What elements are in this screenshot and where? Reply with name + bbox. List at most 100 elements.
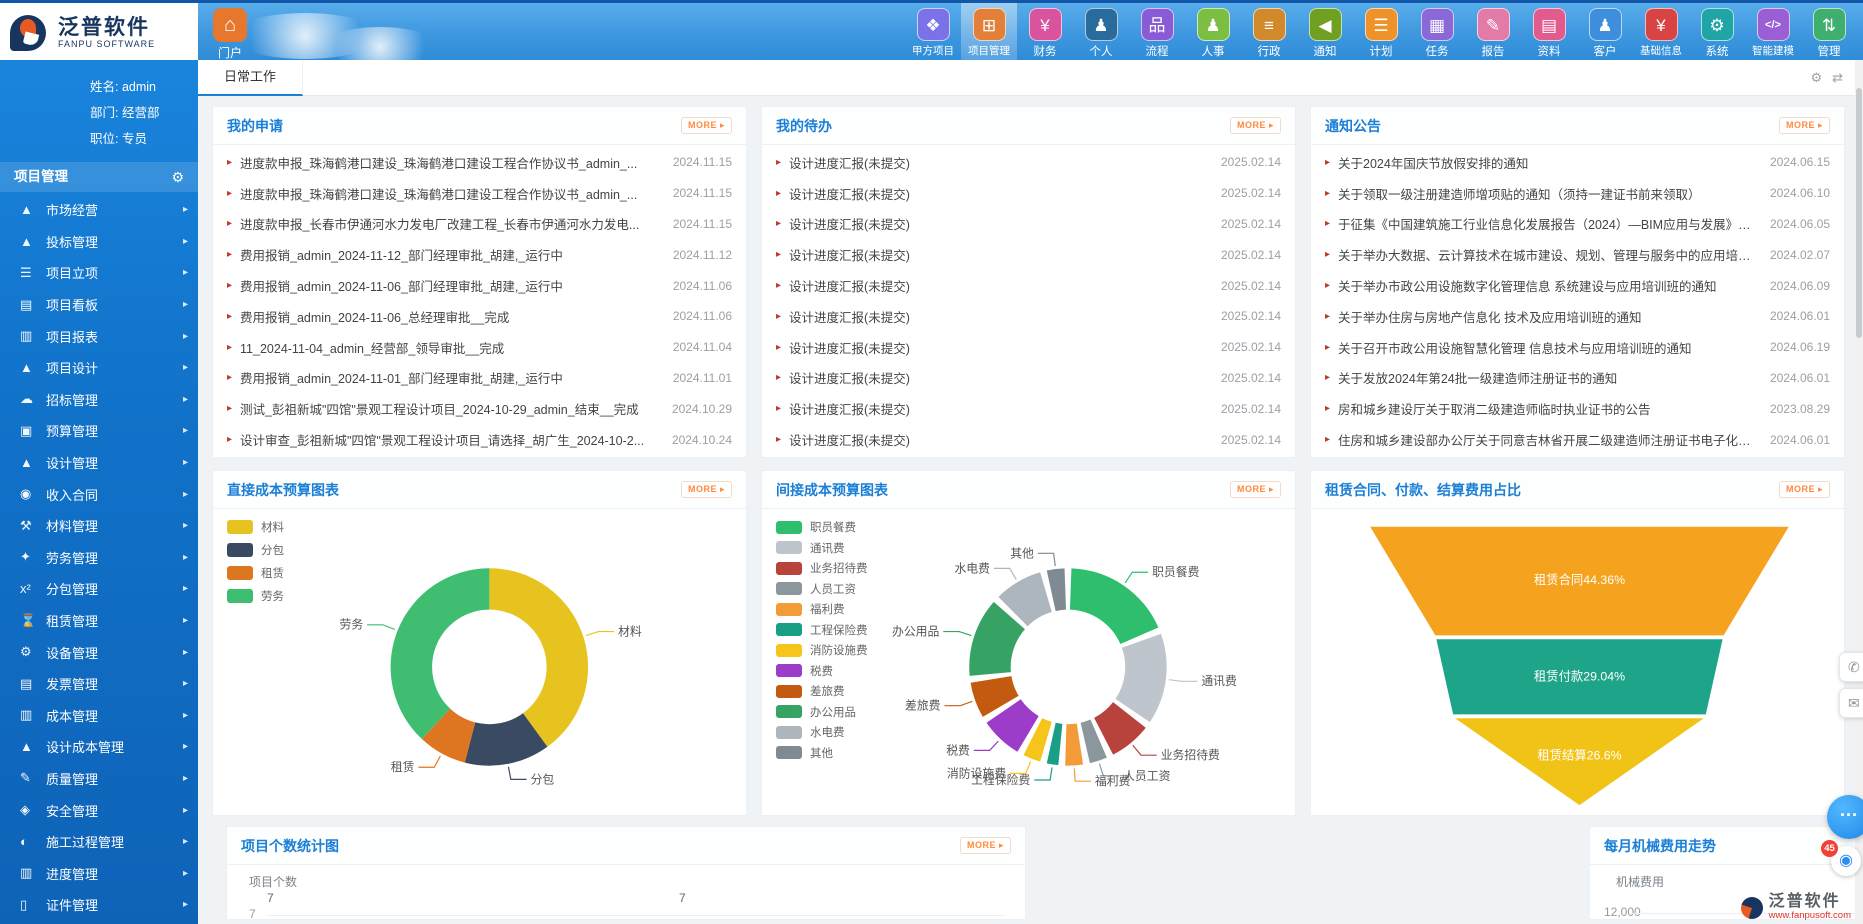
legend-item[interactable]: 分包 xyxy=(227,542,284,558)
nav-item-14[interactable]: ⚙系统 xyxy=(1689,3,1745,63)
phone-icon[interactable]: ✆ xyxy=(1839,652,1863,682)
list-item[interactable]: ▸设计审查_彭祖新城"四馆"景观工程设计项目_请选择_胡广生_2024-10-2… xyxy=(227,430,732,449)
list-item[interactable]: ▸测试_彭祖新城"四馆"景观工程设计项目_2024-10-29_admin_结束… xyxy=(227,399,732,418)
sidebar-item-18[interactable]: ✎质量管理▸ xyxy=(0,763,198,795)
list-item[interactable]: ▸关于领取一级注册建造师增项贴的通知（须持一建证书前来领取）2024.06.10 xyxy=(1325,184,1830,203)
list-item[interactable]: ▸于征集《中国建筑施工行业信息化发展报告（2024）—BIM应用与发展》材料..… xyxy=(1325,214,1830,233)
nav-item-3[interactable]: ♟个人 xyxy=(1073,3,1129,63)
sidebar-section-header[interactable]: 项目管理 ⚙ xyxy=(0,162,198,192)
list-item[interactable]: ▸设计进度汇报(未提交)2025.02.14 xyxy=(776,399,1281,418)
toggle-icon[interactable]: ⇄ xyxy=(1832,70,1843,86)
list-item[interactable]: ▸设计进度汇报(未提交)2025.02.14 xyxy=(776,214,1281,233)
sidebar-item-11[interactable]: ✦劳务管理▸ xyxy=(0,542,198,574)
nav-item-0[interactable]: ❖甲方项目 xyxy=(905,3,961,63)
mail-icon[interactable]: ✉ xyxy=(1839,688,1863,718)
sidebar-item-5[interactable]: ▲项目设计▸ xyxy=(0,352,198,384)
legend-item[interactable]: 消防设施费 xyxy=(776,642,868,658)
sidebar-item-2[interactable]: ☰项目立项▸ xyxy=(0,257,198,289)
nav-item-8[interactable]: ☰计划 xyxy=(1353,3,1409,63)
donut-slice-材料[interactable] xyxy=(489,568,588,747)
nav-item-11[interactable]: ▤资料 xyxy=(1521,3,1577,63)
nav-item-15[interactable]: </>智能建模 xyxy=(1745,3,1801,63)
list-item[interactable]: ▸进度款申报_珠海鹤港口建设_珠海鹤港口建设工程合作协议书_admin_...2… xyxy=(227,153,732,172)
list-item[interactable]: ▸关于举办市政公用设施数字化管理信息 系统建设与应用培训班的通知2024.06.… xyxy=(1325,276,1830,295)
sidebar-item-9[interactable]: ◉收入合同▸ xyxy=(0,478,198,510)
list-item[interactable]: ▸设计进度汇报(未提交)2025.02.14 xyxy=(776,307,1281,326)
gear-icon[interactable]: ⚙ xyxy=(171,162,184,192)
more-button[interactable]: MORE ▸ xyxy=(681,117,732,134)
sidebar-item-20[interactable]: ◐施工过程管理▸ xyxy=(0,826,198,858)
sidebar-item-19[interactable]: ◈安全管理▸ xyxy=(0,794,198,826)
vertical-scrollbar[interactable] xyxy=(1855,60,1863,924)
chat-icon[interactable]: ··· xyxy=(1827,795,1863,839)
nav-item-16[interactable]: ⇅管理 xyxy=(1801,3,1857,63)
sidebar-item-14[interactable]: ⚙设备管理▸ xyxy=(0,636,198,668)
list-item[interactable]: ▸设计进度汇报(未提交)2025.02.14 xyxy=(776,276,1281,295)
sidebar-item-21[interactable]: ▥进度管理▸ xyxy=(0,857,198,889)
legend-item[interactable]: 福利费 xyxy=(776,601,868,617)
nav-item-2[interactable]: ¥财务 xyxy=(1017,3,1073,63)
donut-slice-福利费[interactable] xyxy=(1065,723,1083,765)
sidebar-item-13[interactable]: ⌛租赁管理▸ xyxy=(0,605,198,637)
brand-site[interactable]: www.fanpusoft.com xyxy=(1769,910,1851,921)
list-item[interactable]: ▸设计进度汇报(未提交)2025.02.14 xyxy=(776,245,1281,264)
legend-item[interactable]: 通讯费 xyxy=(776,540,868,556)
sidebar-item-17[interactable]: ▲设计成本管理▸ xyxy=(0,731,198,763)
sidebar-item-12[interactable]: x²分包管理▸ xyxy=(0,573,198,605)
list-item[interactable]: ▸房和城乡建设厅关于取消二级建造师临时执业证书的公告2023.08.29 xyxy=(1325,399,1830,418)
sidebar-item-15[interactable]: ▤发票管理▸ xyxy=(0,668,198,700)
list-item[interactable]: ▸关于发放2024年第24批一级建造师注册证书的通知2024.06.01 xyxy=(1325,368,1830,387)
list-item[interactable]: ▸关于2024年国庆节放假安排的通知2024.06.15 xyxy=(1325,153,1830,172)
more-button[interactable]: MORE ▸ xyxy=(1779,481,1830,498)
list-item[interactable]: ▸设计进度汇报(未提交)2025.02.14 xyxy=(776,338,1281,357)
legend-item[interactable]: 职员餐费 xyxy=(776,519,868,535)
more-button[interactable]: MORE ▸ xyxy=(960,837,1011,854)
sidebar-item-0[interactable]: ▲市场经营▸ xyxy=(0,194,198,226)
list-item[interactable]: ▸关于举办住房与房地产信息化 技术及应用培训班的通知2024.06.01 xyxy=(1325,307,1830,326)
list-item[interactable]: ▸设计进度汇报(未提交)2025.02.14 xyxy=(776,153,1281,172)
more-button[interactable]: MORE ▸ xyxy=(1230,117,1281,134)
settings-icon[interactable]: ⚙ xyxy=(1810,70,1822,86)
sidebar-item-7[interactable]: ▣预算管理▸ xyxy=(0,415,198,447)
list-item[interactable]: ▸设计进度汇报(未提交)2025.02.14 xyxy=(776,368,1281,387)
sidebar-item-3[interactable]: ▤项目看板▸ xyxy=(0,289,198,321)
sidebar-item-6[interactable]: ☁招标管理▸ xyxy=(0,384,198,416)
legend-item[interactable]: 工程保险费 xyxy=(776,622,868,638)
list-item[interactable]: ▸费用报销_admin_2024-11-01_部门经理审批_胡建,_运行中202… xyxy=(227,368,732,387)
sidebar-item-1[interactable]: ▲投标管理▸ xyxy=(0,226,198,258)
nav-item-12[interactable]: ♟客户 xyxy=(1577,3,1633,63)
legend-item[interactable]: 人员工资 xyxy=(776,581,868,597)
nav-item-4[interactable]: 品流程 xyxy=(1129,3,1185,63)
sidebar-item-10[interactable]: ⚒材料管理▸ xyxy=(0,510,198,542)
nav-item-13[interactable]: ¥基础信息 xyxy=(1633,3,1689,63)
list-item[interactable]: ▸11_2024-11-04_admin_经营部_领导审批__完成2024.11… xyxy=(227,338,732,357)
sidebar-item-16[interactable]: ▥成本管理▸ xyxy=(0,700,198,732)
legend-item[interactable]: 材料 xyxy=(227,519,284,535)
more-button[interactable]: MORE ▸ xyxy=(1230,481,1281,498)
tab-daily-work[interactable]: 日常工作 xyxy=(198,60,303,96)
sidebar-item-8[interactable]: ▲设计管理▸ xyxy=(0,447,198,479)
avatar[interactable] xyxy=(14,80,80,146)
nav-item-9[interactable]: ▦任务 xyxy=(1409,3,1465,63)
legend-item[interactable]: 水电费 xyxy=(776,724,868,740)
donut-slice-其他[interactable] xyxy=(1047,568,1066,611)
donut-slice-职员餐费[interactable] xyxy=(1070,568,1158,644)
list-item[interactable]: ▸费用报销_admin_2024-11-12_部门经理审批_胡建,_运行中202… xyxy=(227,245,732,264)
nav-item-10[interactable]: ✎报告 xyxy=(1465,3,1521,63)
nav-item-5[interactable]: ♟人事 xyxy=(1185,3,1241,63)
scrollbar-thumb[interactable] xyxy=(1856,88,1862,338)
donut-slice-劳务[interactable] xyxy=(391,568,490,739)
nav-item-1[interactable]: ⊞项目管理 xyxy=(961,3,1017,63)
legend-item[interactable]: 其他 xyxy=(776,745,868,761)
list-item[interactable]: ▸设计进度汇报(未提交)2025.02.14 xyxy=(776,184,1281,203)
legend-item[interactable]: 差旅费 xyxy=(776,683,868,699)
help-icon[interactable]: ◉ 45 xyxy=(1831,846,1861,876)
sidebar-item-4[interactable]: ▥项目报表▸ xyxy=(0,320,198,352)
nav-item-6[interactable]: ≡行政 xyxy=(1241,3,1297,63)
list-item[interactable]: ▸费用报销_admin_2024-11-06_部门经理审批_胡建,_运行中202… xyxy=(227,276,732,295)
legend-item[interactable]: 办公用品 xyxy=(776,704,868,720)
legend-item[interactable]: 劳务 xyxy=(227,588,284,604)
more-button[interactable]: MORE ▸ xyxy=(1779,117,1830,134)
legend-item[interactable]: 税费 xyxy=(776,663,868,679)
list-item[interactable]: ▸住房和城乡建设部办公厅关于同意吉林省开展二级建造师注册证书电子化试点...20… xyxy=(1325,430,1830,449)
